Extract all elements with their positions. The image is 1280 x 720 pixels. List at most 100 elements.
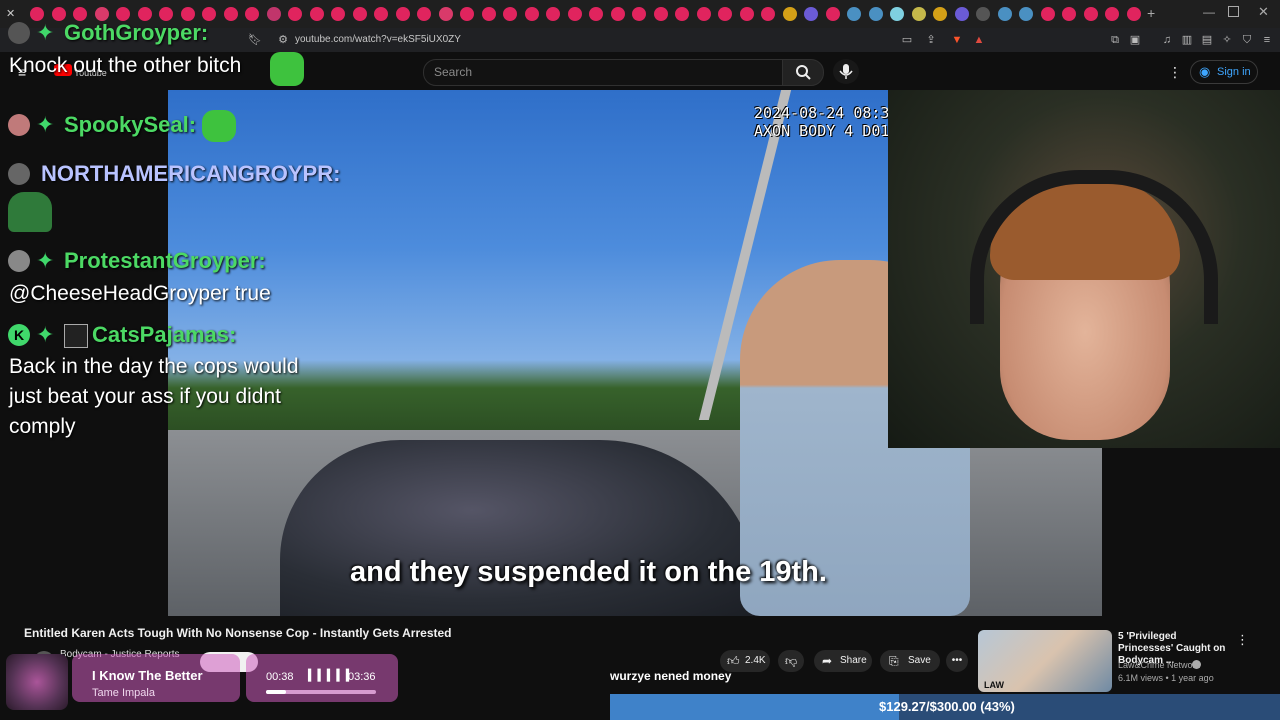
browser-tab-favicon[interactable] bbox=[739, 7, 754, 21]
browser-tab-favicon[interactable] bbox=[202, 7, 216, 21]
close-window-icon[interactable]: ✕ bbox=[1258, 4, 1269, 20]
browser-tab-favicon[interactable] bbox=[30, 7, 44, 21]
browser-tab-favicon[interactable] bbox=[911, 7, 926, 21]
share-page-icon[interactable]: ⇪ bbox=[924, 33, 938, 47]
browser-tab-favicon[interactable] bbox=[632, 7, 646, 21]
browser-tab-favicon[interactable] bbox=[395, 7, 410, 21]
new-tab-icon[interactable]: + bbox=[1147, 5, 1155, 21]
browser-tab-favicon[interactable] bbox=[1105, 7, 1119, 21]
browser-tab-favicon[interactable] bbox=[438, 7, 453, 21]
browser-tab-favicon[interactable] bbox=[567, 7, 582, 21]
url-text[interactable]: youtube.com/watch?v=ekSF5iUX0ZY bbox=[295, 34, 461, 45]
cast-icon[interactable]: ▭ bbox=[900, 33, 914, 47]
browser-tab-favicon[interactable] bbox=[481, 7, 496, 21]
browser-tab-favicon[interactable] bbox=[976, 7, 990, 21]
recommended-channel[interactable]: Law&Crime Network bbox=[1118, 660, 1200, 670]
song-title: I Know The Better bbox=[92, 668, 203, 683]
broken-image-icon bbox=[64, 324, 88, 348]
browser-tab-favicon[interactable] bbox=[417, 7, 431, 21]
goal-bar-fill bbox=[610, 694, 899, 720]
browser-tab-favicon[interactable] bbox=[374, 7, 388, 21]
browser-tab-favicon[interactable] bbox=[954, 7, 969, 21]
more-options-icon[interactable]: ⋮ bbox=[1168, 64, 1182, 81]
browser-tab-favicon[interactable] bbox=[890, 7, 904, 21]
sidebar-icon[interactable]: ▥ bbox=[1180, 33, 1194, 47]
brave-rewards-icon[interactable]: ▲ bbox=[972, 33, 986, 47]
browser-tab-favicon[interactable] bbox=[73, 7, 87, 21]
browser-tab-favicon[interactable] bbox=[503, 7, 517, 21]
extensions-icon[interactable]: ⧉ bbox=[1108, 33, 1122, 47]
more-actions-icon[interactable]: ••• bbox=[946, 650, 968, 672]
search-input[interactable] bbox=[423, 59, 783, 86]
browser-tab-favicon[interactable] bbox=[804, 7, 818, 21]
goal-text: $129.27/$300.00 (43%) bbox=[879, 699, 1015, 714]
like-count: 2.4K bbox=[745, 655, 766, 666]
chat-message-catspajamas-line3: comply bbox=[9, 415, 76, 438]
browser-tab-favicon[interactable] bbox=[288, 7, 302, 21]
close-tab-icon[interactable]: ✕ bbox=[6, 7, 20, 21]
wallet-icon[interactable]: ▤ bbox=[1200, 33, 1214, 47]
browser-tab-favicon[interactable] bbox=[997, 7, 1012, 21]
browser-tab-favicon[interactable] bbox=[1126, 7, 1141, 21]
browser-tab-favicon[interactable] bbox=[825, 7, 840, 21]
browser-tab-favicon[interactable] bbox=[331, 7, 345, 21]
browser-tab-favicon[interactable] bbox=[1040, 7, 1055, 21]
browser-tab-favicon[interactable] bbox=[524, 7, 539, 21]
maximize-icon[interactable] bbox=[1228, 6, 1239, 17]
minimize-icon[interactable]: — bbox=[1203, 5, 1215, 19]
browser-tab-favicon[interactable] bbox=[847, 7, 861, 21]
browser-tab-favicon[interactable] bbox=[223, 7, 238, 21]
search-button[interactable] bbox=[782, 59, 824, 86]
browser-tab-favicon[interactable] bbox=[266, 7, 281, 21]
browser-tab-favicon[interactable] bbox=[116, 7, 130, 21]
recommended-menu-icon[interactable]: ⋮ bbox=[1236, 632, 1249, 648]
browser-tab-favicon[interactable] bbox=[1019, 7, 1033, 21]
recommended-thumbnail[interactable]: LAW bbox=[978, 630, 1112, 692]
leo-icon[interactable]: ✧ bbox=[1220, 33, 1234, 47]
browser-tab-favicon[interactable] bbox=[180, 7, 195, 21]
dislike-button[interactable]: 👎︎ bbox=[778, 650, 804, 672]
browser-tab-favicon[interactable] bbox=[589, 7, 603, 21]
browser-tab-favicon[interactable] bbox=[653, 7, 668, 21]
sign-in-button[interactable]: ◉ Sign in bbox=[1190, 60, 1258, 84]
voice-search-button[interactable] bbox=[833, 59, 859, 84]
browser-tab-favicon[interactable] bbox=[782, 7, 797, 21]
save-label: Save bbox=[908, 655, 931, 666]
vpn-icon[interactable]: ⛉ bbox=[1240, 33, 1254, 47]
browser-tab-favicon[interactable] bbox=[309, 7, 324, 21]
browser-tab-favicon[interactable] bbox=[761, 7, 775, 21]
save-button[interactable]: ⎘ Save bbox=[880, 650, 940, 672]
site-info-icon[interactable]: ⚙ bbox=[276, 33, 290, 47]
browser-tab-favicon[interactable] bbox=[159, 7, 173, 21]
browser-tab-favicon[interactable] bbox=[610, 7, 625, 21]
chat-emote bbox=[202, 110, 236, 142]
browser-tab-favicon[interactable] bbox=[696, 7, 711, 21]
song-elapsed: 00:38 bbox=[266, 671, 294, 683]
browser-tab-favicon[interactable] bbox=[933, 7, 947, 21]
now-playing-widget: I Know The Better Tame Impala bbox=[72, 654, 240, 702]
browser-menu-icon[interactable]: ≡ bbox=[1260, 33, 1274, 47]
chat-message-gothgroyper: Knock out the other bitch bbox=[9, 54, 242, 77]
browser-tab-favicon[interactable] bbox=[675, 7, 689, 21]
browser-tab-favicon[interactable] bbox=[546, 7, 560, 21]
share-button[interactable]: ➦ Share bbox=[814, 650, 872, 672]
chat-name-spookyseal: SpookySeal: bbox=[64, 112, 197, 137]
bookmark-icon[interactable]: 🔖︎ bbox=[248, 33, 262, 47]
song-time-widget: 00:38 ▍▍▍▍▍ 03:36 bbox=[246, 654, 398, 702]
brave-shield-icon[interactable]: ▼ bbox=[950, 33, 964, 47]
microphone-icon bbox=[839, 64, 853, 79]
media-icon[interactable]: ♫ bbox=[1160, 33, 1174, 47]
browser-tab-favicon[interactable] bbox=[718, 7, 732, 21]
browser-tab-favicon[interactable] bbox=[94, 7, 109, 21]
browser-tab-favicon[interactable] bbox=[1062, 7, 1076, 21]
browser-tab-favicon[interactable] bbox=[868, 7, 883, 21]
chat-avatar bbox=[8, 250, 30, 272]
browser-tab-favicon[interactable] bbox=[137, 7, 152, 21]
browser-tab-favicon[interactable] bbox=[352, 7, 367, 21]
browser-tab-favicon[interactable] bbox=[1083, 7, 1098, 21]
browser-tab-favicon[interactable] bbox=[245, 7, 259, 21]
screenshot-icon[interactable]: ▣ bbox=[1128, 33, 1142, 47]
browser-tab-favicon[interactable] bbox=[460, 7, 474, 21]
browser-tab-favicon[interactable] bbox=[51, 7, 66, 21]
account-icon: ◉ bbox=[1199, 64, 1211, 79]
